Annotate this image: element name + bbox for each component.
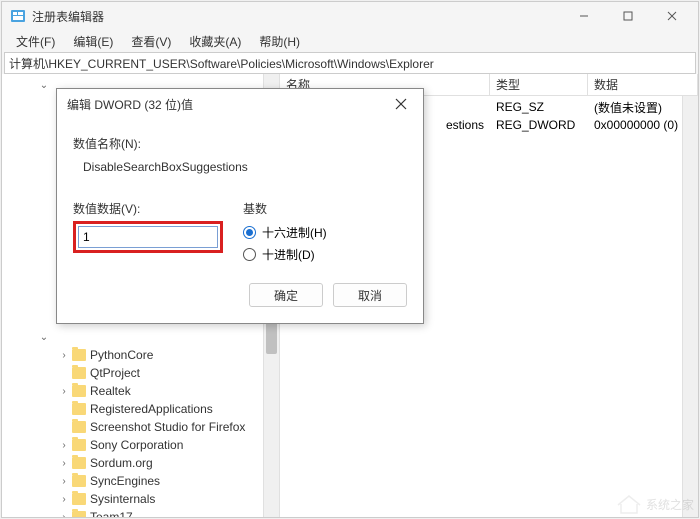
titlebar: 注册表编辑器 bbox=[2, 2, 698, 30]
close-icon bbox=[395, 98, 407, 110]
folder-icon bbox=[72, 421, 86, 433]
cell-type: REG_SZ bbox=[490, 100, 588, 114]
folder-icon bbox=[72, 493, 86, 505]
menu-view[interactable]: 查看(V) bbox=[123, 31, 179, 52]
tree-item-label: Sony Corporation bbox=[90, 438, 183, 452]
watermark-icon bbox=[616, 493, 642, 515]
folder-icon bbox=[72, 475, 86, 487]
radio-hex[interactable]: 十六进制(H) bbox=[243, 221, 407, 243]
folder-icon bbox=[72, 439, 86, 451]
chevron-icon bbox=[58, 367, 70, 379]
tree-item[interactable]: › Realtek bbox=[2, 382, 279, 400]
dialog-close-button[interactable] bbox=[389, 92, 413, 116]
dialog-body: 数值名称(N): DisableSearchBoxSuggestions 数值数… bbox=[57, 119, 423, 323]
base-radio-group: 十六进制(H) 十进制(D) bbox=[243, 221, 407, 265]
radio-dec-label: 十进制(D) bbox=[262, 246, 315, 263]
chevron-right-icon: › bbox=[58, 385, 70, 397]
tree-item-label: Team17 bbox=[90, 510, 133, 517]
minimize-button[interactable] bbox=[570, 6, 598, 26]
tree-item-label: PythonCore bbox=[90, 348, 153, 362]
edit-dword-dialog: 编辑 DWORD (32 位)值 数值名称(N): DisableSearchB… bbox=[56, 88, 424, 324]
menu-edit[interactable]: 编辑(E) bbox=[65, 31, 121, 52]
tree-item[interactable]: › SyncEngines bbox=[2, 472, 279, 490]
label-value-data: 数值数据(V): bbox=[73, 200, 223, 217]
dialog-titlebar: 编辑 DWORD (32 位)值 bbox=[57, 89, 423, 119]
dialog-title-text: 编辑 DWORD (32 位)值 bbox=[67, 96, 389, 113]
chevron-right-icon: › bbox=[58, 439, 70, 451]
tree-item[interactable]: › PythonCore bbox=[2, 346, 279, 364]
label-value-name: 数值名称(N): bbox=[73, 135, 407, 152]
value-data-highlight bbox=[73, 221, 223, 253]
chevron-right-icon: › bbox=[58, 457, 70, 469]
tree-item[interactable]: QtProject bbox=[2, 364, 279, 382]
app-icon bbox=[10, 8, 26, 24]
folder-icon bbox=[72, 385, 86, 397]
tree-item-label: RegisteredApplications bbox=[90, 402, 213, 416]
menu-file[interactable]: 文件(F) bbox=[8, 31, 63, 52]
watermark-text: 系统之家 bbox=[646, 496, 694, 513]
folder-icon bbox=[72, 511, 86, 517]
menubar: 文件(F) 编辑(E) 查看(V) 收藏夹(A) 帮助(H) bbox=[2, 30, 698, 52]
tree-item-label: QtProject bbox=[90, 366, 140, 380]
tree-item-label: Realtek bbox=[90, 384, 131, 398]
close-button[interactable] bbox=[658, 6, 686, 26]
chevron-icon bbox=[58, 421, 70, 433]
label-base: 基数 bbox=[243, 200, 407, 217]
window-title: 注册表编辑器 bbox=[32, 8, 570, 25]
tree-item[interactable]: › Sysinternals bbox=[2, 490, 279, 508]
address-bar[interactable]: 计算机\HKEY_CURRENT_USER\Software\Policies\… bbox=[4, 52, 696, 74]
folder-icon bbox=[72, 403, 86, 415]
ok-button[interactable]: 确定 bbox=[249, 283, 323, 307]
value-name-display: DisableSearchBoxSuggestions bbox=[73, 156, 407, 186]
tree-item[interactable]: › Sordum.org bbox=[2, 454, 279, 472]
tree-item[interactable]: › Team17 bbox=[2, 508, 279, 517]
tree-item-label: Sordum.org bbox=[90, 456, 153, 470]
tree-item[interactable]: RegisteredApplications bbox=[2, 400, 279, 418]
chevron-icon bbox=[58, 403, 70, 415]
chevron-right-icon: › bbox=[58, 511, 70, 517]
tree-collapse-chevron[interactable]: ⌄ bbox=[2, 328, 279, 346]
tree-item[interactable]: Screenshot Studio for Firefox bbox=[2, 418, 279, 436]
chevron-right-icon: › bbox=[58, 349, 70, 361]
maximize-button[interactable] bbox=[614, 6, 642, 26]
watermark: 系统之家 bbox=[616, 493, 694, 515]
value-data-input[interactable] bbox=[78, 226, 218, 248]
column-type[interactable]: 类型 bbox=[490, 74, 588, 95]
folder-icon bbox=[72, 367, 86, 379]
tree-item-label: Screenshot Studio for Firefox bbox=[90, 420, 245, 434]
radio-dec[interactable]: 十进制(D) bbox=[243, 243, 407, 265]
tree-item[interactable]: › Sony Corporation bbox=[2, 436, 279, 454]
radio-hex-label: 十六进制(H) bbox=[262, 224, 327, 241]
menu-favorites[interactable]: 收藏夹(A) bbox=[181, 31, 249, 52]
cancel-button[interactable]: 取消 bbox=[333, 283, 407, 307]
folder-icon bbox=[72, 457, 86, 469]
tree-item-label: SyncEngines bbox=[90, 474, 160, 488]
chevron-down-icon: ⌄ bbox=[38, 331, 50, 343]
column-data[interactable]: 数据 bbox=[588, 74, 698, 95]
chevron-down-icon: ⌄ bbox=[38, 79, 50, 91]
tree-item-label: Sysinternals bbox=[90, 492, 155, 506]
cell-type: REG_DWORD bbox=[490, 118, 588, 132]
radio-icon bbox=[243, 226, 256, 239]
menu-help[interactable]: 帮助(H) bbox=[251, 31, 308, 52]
address-path: 计算机\HKEY_CURRENT_USER\Software\Policies\… bbox=[9, 55, 434, 72]
window-controls bbox=[570, 6, 686, 26]
chevron-right-icon: › bbox=[58, 475, 70, 487]
dialog-buttons: 确定 取消 bbox=[73, 283, 407, 307]
chevron-right-icon: › bbox=[58, 493, 70, 505]
list-scrollbar[interactable] bbox=[682, 96, 698, 517]
folder-icon bbox=[72, 349, 86, 361]
radio-icon bbox=[243, 248, 256, 261]
